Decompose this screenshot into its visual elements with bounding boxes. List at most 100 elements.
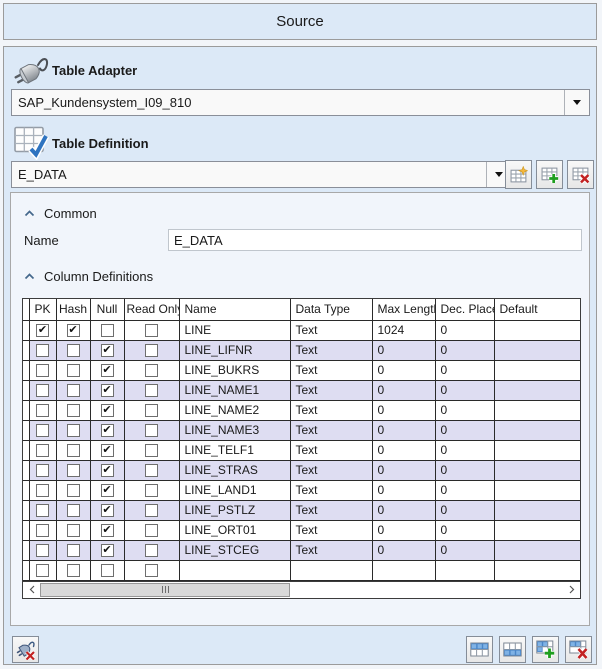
hash-checkbox[interactable] bbox=[67, 484, 80, 497]
max-length-cell[interactable]: 0 bbox=[372, 460, 435, 480]
dec-places-cell[interactable]: 0 bbox=[435, 420, 494, 440]
name-cell[interactable]: LINE_LAND1 bbox=[179, 480, 290, 500]
name-cell[interactable]: LINE_ORT01 bbox=[179, 520, 290, 540]
default-cell[interactable] bbox=[494, 400, 581, 420]
read-only-cell[interactable] bbox=[124, 480, 179, 500]
data-type-cell[interactable]: Text bbox=[290, 540, 372, 560]
hash-cell[interactable] bbox=[56, 500, 90, 520]
read-only-checkbox[interactable] bbox=[145, 364, 158, 377]
dec-places-cell[interactable]: 0 bbox=[435, 380, 494, 400]
max-length-cell[interactable]: 0 bbox=[372, 540, 435, 560]
table-adapter-select[interactable]: SAP_Kundensystem_I09_810 bbox=[11, 89, 590, 116]
read-only-cell[interactable] bbox=[124, 360, 179, 380]
dec-places-cell[interactable]: 0 bbox=[435, 480, 494, 500]
default-cell[interactable] bbox=[494, 500, 581, 520]
max-length-cell[interactable]: 0 bbox=[372, 440, 435, 460]
name-cell[interactable]: LINE_BUKRS bbox=[179, 360, 290, 380]
dec-places-cell[interactable]: 0 bbox=[435, 460, 494, 480]
read-only-checkbox[interactable] bbox=[145, 464, 158, 477]
hash-checkbox[interactable] bbox=[67, 504, 80, 517]
horizontal-scrollbar[interactable] bbox=[23, 581, 580, 598]
scroll-right-arrow-icon[interactable] bbox=[563, 582, 580, 598]
dec-places-cell[interactable]: 0 bbox=[435, 320, 494, 340]
null-cell[interactable]: ✔ bbox=[90, 400, 124, 420]
data-type-cell[interactable]: Text bbox=[290, 520, 372, 540]
null-checkbox[interactable]: ✔ bbox=[101, 504, 114, 517]
pk-checkbox[interactable] bbox=[36, 424, 49, 437]
pk-cell[interactable] bbox=[29, 440, 56, 460]
null-cell[interactable]: ✔ bbox=[90, 480, 124, 500]
read-only-checkbox[interactable] bbox=[145, 564, 158, 577]
default-cell[interactable] bbox=[494, 420, 581, 440]
column-header-read-only[interactable]: Read Only bbox=[124, 299, 179, 320]
column-header-pk[interactable]: PK bbox=[29, 299, 56, 320]
pk-cell[interactable] bbox=[29, 380, 56, 400]
read-only-checkbox[interactable] bbox=[145, 484, 158, 497]
read-only-cell[interactable] bbox=[124, 560, 179, 580]
pk-checkbox[interactable] bbox=[36, 564, 49, 577]
pk-checkbox[interactable] bbox=[36, 364, 49, 377]
max-length-cell[interactable]: 0 bbox=[372, 380, 435, 400]
pk-cell[interactable] bbox=[29, 460, 56, 480]
read-only-cell[interactable] bbox=[124, 520, 179, 540]
hash-checkbox[interactable] bbox=[67, 524, 80, 537]
null-checkbox[interactable]: ✔ bbox=[101, 444, 114, 457]
hash-checkbox[interactable] bbox=[67, 544, 80, 557]
pk-cell[interactable] bbox=[29, 480, 56, 500]
read-only-cell[interactable] bbox=[124, 340, 179, 360]
read-only-cell[interactable] bbox=[124, 420, 179, 440]
column-header-data-type[interactable]: Data Type bbox=[290, 299, 372, 320]
data-type-cell[interactable]: Text bbox=[290, 480, 372, 500]
pk-checkbox[interactable] bbox=[36, 384, 49, 397]
dec-places-cell[interactable]: 0 bbox=[435, 520, 494, 540]
null-checkbox[interactable] bbox=[101, 564, 114, 577]
hash-cell[interactable] bbox=[56, 380, 90, 400]
hash-cell[interactable] bbox=[56, 420, 90, 440]
pk-cell[interactable] bbox=[29, 420, 56, 440]
max-length-cell[interactable]: 0 bbox=[372, 400, 435, 420]
max-length-cell[interactable]: 0 bbox=[372, 480, 435, 500]
pk-cell[interactable] bbox=[29, 400, 56, 420]
pk-cell[interactable] bbox=[29, 360, 56, 380]
hash-checkbox[interactable] bbox=[67, 344, 80, 357]
pk-checkbox[interactable] bbox=[36, 544, 49, 557]
data-type-cell[interactable]: Text bbox=[290, 380, 372, 400]
data-type-cell[interactable]: Text bbox=[290, 440, 372, 460]
column-header-null[interactable]: Null bbox=[90, 299, 124, 320]
name-cell[interactable]: LINE_STCEG bbox=[179, 540, 290, 560]
column-header-default[interactable]: Default bbox=[494, 299, 581, 320]
default-cell[interactable] bbox=[494, 520, 581, 540]
dec-places-cell[interactable]: 0 bbox=[435, 400, 494, 420]
default-cell[interactable] bbox=[494, 380, 581, 400]
table-definition-select[interactable]: E_DATA bbox=[11, 161, 512, 188]
read-only-cell[interactable] bbox=[124, 540, 179, 560]
max-length-cell[interactable] bbox=[372, 560, 435, 580]
name-cell[interactable]: LINE_NAME1 bbox=[179, 380, 290, 400]
name-cell[interactable]: LINE_PSTLZ bbox=[179, 500, 290, 520]
hash-checkbox[interactable] bbox=[67, 564, 80, 577]
name-cell[interactable]: LINE_TELF1 bbox=[179, 440, 290, 460]
new-table-definition-button[interactable] bbox=[505, 160, 532, 189]
read-only-checkbox[interactable] bbox=[145, 444, 158, 457]
pk-cell[interactable] bbox=[29, 340, 56, 360]
pk-checkbox[interactable] bbox=[36, 484, 49, 497]
hash-cell[interactable] bbox=[56, 460, 90, 480]
null-checkbox[interactable] bbox=[101, 324, 114, 337]
null-cell[interactable] bbox=[90, 560, 124, 580]
null-checkbox[interactable]: ✔ bbox=[101, 404, 114, 417]
read-only-checkbox[interactable] bbox=[145, 424, 158, 437]
scroll-left-arrow-icon[interactable] bbox=[23, 582, 40, 598]
default-cell[interactable] bbox=[494, 440, 581, 460]
read-only-checkbox[interactable] bbox=[145, 344, 158, 357]
default-cell[interactable] bbox=[494, 320, 581, 340]
pk-checkbox[interactable] bbox=[36, 504, 49, 517]
pk-cell[interactable]: ✔ bbox=[29, 320, 56, 340]
hash-cell[interactable] bbox=[56, 540, 90, 560]
null-checkbox[interactable]: ✔ bbox=[101, 364, 114, 377]
read-only-checkbox[interactable] bbox=[145, 504, 158, 517]
hash-checkbox[interactable] bbox=[67, 384, 80, 397]
read-only-cell[interactable] bbox=[124, 440, 179, 460]
default-cell[interactable] bbox=[494, 480, 581, 500]
name-cell[interactable]: LINE_NAME3 bbox=[179, 420, 290, 440]
max-length-cell[interactable]: 0 bbox=[372, 420, 435, 440]
